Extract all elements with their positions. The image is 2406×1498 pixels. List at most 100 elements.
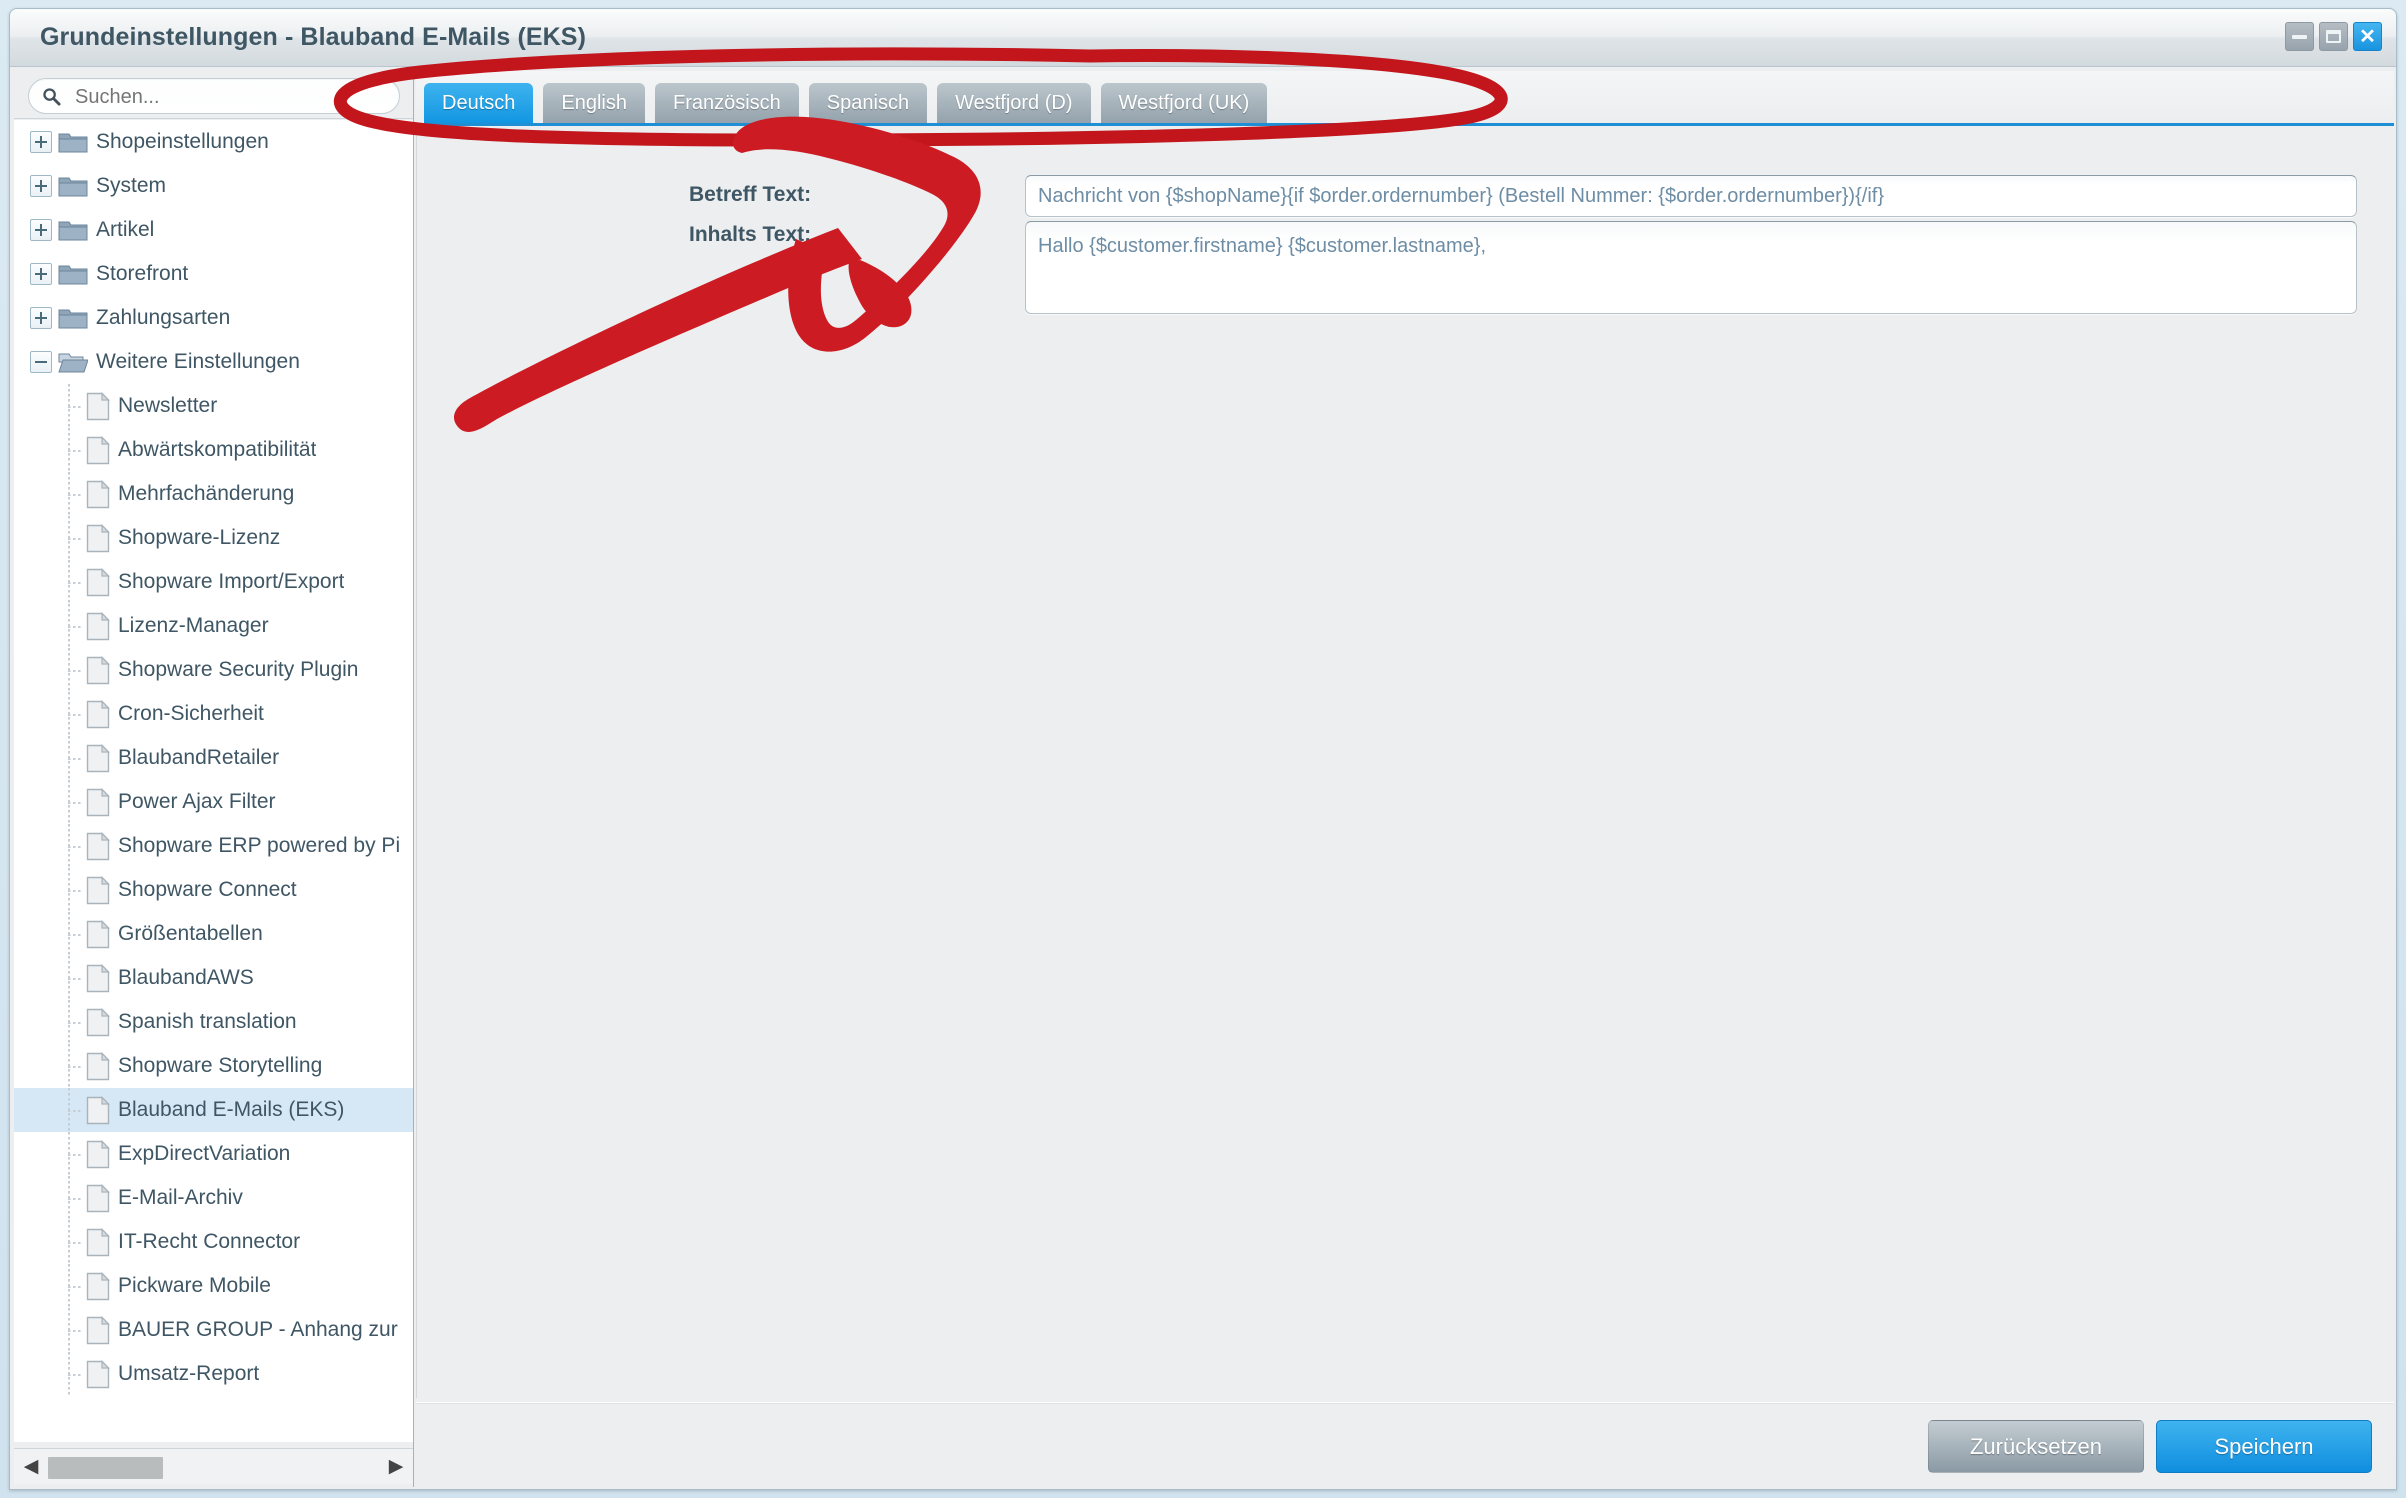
inhalts-text-textarea[interactable] — [1025, 221, 2357, 314]
window-controls: ✕ — [2285, 22, 2382, 51]
tree-item-label: E-Mail-Archiv — [118, 1186, 243, 1209]
file-icon — [86, 743, 110, 772]
expand-icon[interactable] — [30, 175, 52, 197]
tree-item-label: Newsletter — [118, 394, 218, 417]
application-window: Grundeinstellungen - Blauband E-Mails (E… — [9, 8, 2397, 1490]
file-icon — [86, 699, 110, 728]
tree-connector — [58, 472, 82, 516]
scrollbar-thumb[interactable] — [48, 1456, 163, 1479]
tree-item-label: Spanish translation — [118, 1010, 297, 1033]
file-icon — [86, 1227, 110, 1256]
tree-item-shopware-lizenz[interactable]: Shopware-Lizenz — [14, 516, 413, 560]
file-icon — [86, 875, 110, 904]
minimize-button[interactable] — [2285, 22, 2314, 51]
tree-item-power-ajax-filter[interactable]: Power Ajax Filter — [14, 780, 413, 824]
settings-form: Betreff Text: Inhalts Text: — [416, 129, 2394, 1398]
tab-franz-sisch[interactable]: Französisch — [654, 83, 799, 123]
tree-item-weitere-einstellungen[interactable]: Weitere Einstellungen — [14, 340, 413, 384]
tree-connector — [58, 604, 82, 648]
expand-icon[interactable] — [30, 131, 52, 153]
tree-item-blaubandretailer[interactable]: BlaubandRetailer — [14, 736, 413, 780]
tree-item-artikel[interactable]: Artikel — [14, 208, 413, 252]
tree-item-label: Shopware Import/Export — [118, 570, 345, 593]
collapse-icon[interactable] — [30, 351, 52, 373]
tree-item-mehrfach-nderung[interactable]: Mehrfachänderung — [14, 472, 413, 516]
tree-item-label: Shopware Security Plugin — [118, 658, 359, 681]
tree-item-label: BlaubandRetailer — [118, 746, 280, 769]
scroll-left-arrow-icon[interactable]: ◀ — [14, 1450, 48, 1484]
tree-item-label: Shopware-Lizenz — [118, 526, 281, 549]
tree-connector — [58, 1308, 82, 1352]
tree-item-label: Weitere Einstellungen — [96, 350, 300, 373]
tree-item-label: ExpDirectVariation — [118, 1142, 291, 1165]
reset-button[interactable]: Zurücksetzen — [1928, 1420, 2144, 1473]
tree-item-zahlungsarten[interactable]: Zahlungsarten — [14, 296, 413, 340]
tree-item-umsatz-report[interactable]: Umsatz-Report — [14, 1352, 413, 1396]
tree-item-newsletter[interactable]: Newsletter — [14, 384, 413, 428]
tree-item-abw-rtskompatibilit-t[interactable]: Abwärtskompatibilität — [14, 428, 413, 472]
tree-item-shopware-security-plugin[interactable]: Shopware Security Plugin — [14, 648, 413, 692]
tree-item-storefront[interactable]: Storefront — [14, 252, 413, 296]
tree-connector — [58, 1132, 82, 1176]
tree-item-gr-entabellen[interactable]: Größentabellen — [14, 912, 413, 956]
tree-item-it-recht-connector[interactable]: IT-Recht Connector — [14, 1220, 413, 1264]
tree-item-spanish-translation[interactable]: Spanish translation — [14, 1000, 413, 1044]
expand-icon[interactable] — [30, 219, 52, 241]
tree-item-label: Cron-Sicherheit — [118, 702, 264, 725]
tree-connector — [58, 428, 82, 472]
tree-item-shopeinstellungen[interactable]: Shopeinstellungen — [14, 120, 413, 164]
tree-item-label: Abwärtskompatibilität — [118, 438, 317, 461]
tree-connector — [58, 692, 82, 736]
betreff-text-input[interactable] — [1025, 175, 2357, 217]
footer-buttons: Zurücksetzen Speichern — [1928, 1420, 2372, 1473]
tree-item-e-mail-archiv[interactable]: E-Mail-Archiv — [14, 1176, 413, 1220]
folder-open-icon — [58, 353, 88, 373]
tree-item-expdirectvariation[interactable]: ExpDirectVariation — [14, 1132, 413, 1176]
tab-westfjord-uk[interactable]: Westfjord (UK) — [1100, 83, 1268, 123]
tree-connector — [58, 780, 82, 824]
file-icon — [86, 919, 110, 948]
tree-item-label: Größentabellen — [118, 922, 263, 945]
tree-connector — [58, 560, 82, 604]
save-button[interactable]: Speichern — [2156, 1420, 2372, 1473]
folder-icon — [58, 133, 88, 153]
tab-english[interactable]: English — [543, 83, 645, 123]
expand-icon[interactable] — [30, 263, 52, 285]
tree-item-shopware-connect[interactable]: Shopware Connect — [14, 868, 413, 912]
tree-item-pickware-mobile[interactable]: Pickware Mobile — [14, 1264, 413, 1308]
file-icon — [86, 1051, 110, 1080]
tree-item-lizenz-manager[interactable]: Lizenz-Manager — [14, 604, 413, 648]
sidebar-horizontal-scrollbar[interactable]: ◀ ▶ — [14, 1448, 413, 1484]
tree-item-shopware-storytelling[interactable]: Shopware Storytelling — [14, 1044, 413, 1088]
settings-tree[interactable]: Shopeinstellungen System Artikel Storefront… — [14, 120, 413, 1442]
tree-item-shopware-erp-powered-by-pi[interactable]: Shopware ERP powered by Pi — [14, 824, 413, 868]
expand-icon[interactable] — [30, 307, 52, 329]
tree-item-system[interactable]: System — [14, 164, 413, 208]
search-input[interactable] — [73, 79, 373, 115]
scroll-right-arrow-icon[interactable]: ▶ — [379, 1450, 413, 1484]
tree-item-shopware-import-export[interactable]: Shopware Import/Export — [14, 560, 413, 604]
folder-icon — [58, 309, 88, 329]
tree-item-bauer-group-anhang-zur[interactable]: BAUER GROUP - Anhang zur — [14, 1308, 413, 1352]
tree-connector — [58, 1352, 82, 1396]
tree-item-blaubandaws[interactable]: BlaubandAWS — [14, 956, 413, 1000]
file-icon — [86, 391, 110, 420]
tree-connector — [58, 1044, 82, 1088]
screen: Grundeinstellungen - Blauband E-Mails (E… — [0, 0, 2406, 1498]
close-button[interactable]: ✕ — [2353, 22, 2382, 51]
file-icon — [86, 1095, 110, 1124]
tree-item-label: Artikel — [96, 218, 155, 241]
tab-westfjord-d[interactable]: Westfjord (D) — [937, 83, 1091, 123]
file-icon — [86, 1139, 110, 1168]
tree-item-cron-sicherheit[interactable]: Cron-Sicherheit — [14, 692, 413, 736]
tree-item-blauband-e-mails-eks[interactable]: Blauband E-Mails (EKS) — [14, 1088, 413, 1132]
tree-connector — [58, 648, 82, 692]
file-icon — [86, 567, 110, 596]
tab-deutsch[interactable]: Deutsch — [424, 83, 534, 123]
tree-item-label: Umsatz-Report — [118, 1362, 260, 1385]
scrollbar-track[interactable] — [48, 1456, 379, 1479]
tree-item-label: Power Ajax Filter — [118, 790, 276, 813]
maximize-button[interactable] — [2319, 22, 2348, 51]
tab-spanisch[interactable]: Spanisch — [808, 83, 928, 123]
search-box[interactable] — [28, 78, 400, 115]
